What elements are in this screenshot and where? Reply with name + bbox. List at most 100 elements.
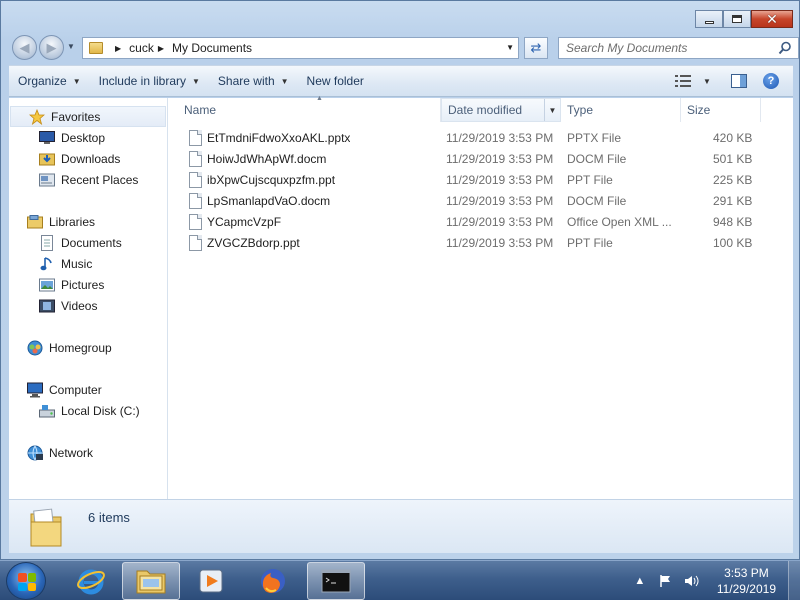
- videos-icon: [39, 298, 55, 314]
- sidebar-item-music[interactable]: Music: [39, 253, 92, 274]
- file-type: Office Open XML ...: [567, 215, 672, 229]
- file-size: 501 KB: [713, 152, 753, 166]
- downloads-folder-icon: [39, 151, 55, 167]
- address-bar[interactable]: ▶ cuck ▶ My Documents ▼: [82, 37, 519, 59]
- new-folder-button[interactable]: New folder: [298, 66, 373, 96]
- column-header-type[interactable]: Type: [561, 98, 681, 122]
- start-button[interactable]: [6, 562, 46, 600]
- file-name: ibXpwCujscquxpzfm.ppt: [207, 173, 336, 187]
- sidebar-item-local-disk[interactable]: Local Disk (C:): [39, 400, 140, 421]
- file-list: Name ▲ Date modified ▼ Type Size EtTmdni…: [168, 95, 793, 499]
- item-count: 6 items: [88, 510, 130, 525]
- recent-places-icon: [39, 172, 55, 188]
- pictures-icon: [39, 277, 55, 293]
- column-label: Name: [184, 103, 217, 117]
- breadcrumb-separator-icon[interactable]: ▶: [158, 44, 164, 53]
- address-dropdown-icon[interactable]: ▼: [506, 43, 514, 52]
- action-center-flag-icon[interactable]: [658, 573, 674, 589]
- recent-pages-dropdown[interactable]: ▼: [67, 42, 75, 51]
- search-box: [558, 37, 799, 59]
- column-filter-dropdown[interactable]: ▼: [544, 99, 560, 121]
- system-tray: ▲ 3:53 PM 11/29/2019: [627, 561, 800, 600]
- preview-pane-button[interactable]: [727, 71, 751, 91]
- command-prompt-icon: [321, 569, 351, 593]
- clock-time: 3:53 PM: [724, 566, 769, 580]
- file-size: 291 KB: [713, 194, 753, 208]
- sidebar-item-pictures[interactable]: Pictures: [39, 274, 104, 295]
- file-row[interactable]: HoiwJdWhApWf.docm 11/29/2019 3:53 PM DOC…: [168, 149, 793, 170]
- file-icon: [189, 151, 202, 167]
- file-size: 420 KB: [713, 131, 753, 145]
- sidebar-item-computer[interactable]: Computer: [27, 379, 102, 400]
- sidebar-item-label: Videos: [61, 298, 98, 313]
- column-header-name[interactable]: Name ▲: [178, 95, 441, 122]
- sidebar-item-label: Network: [49, 445, 94, 460]
- sidebar-item-favorites[interactable]: Favorites: [10, 106, 166, 127]
- close-icon: ✕: [766, 11, 778, 27]
- include-in-library-button[interactable]: Include in library ▼: [90, 66, 209, 96]
- back-button[interactable]: ◀: [12, 35, 37, 60]
- internet-explorer-icon: [77, 569, 105, 595]
- media-player-icon: [199, 569, 223, 593]
- sidebar-item-label: Music: [61, 256, 93, 271]
- file-row[interactable]: EtTmdniFdwoXxoAKL.pptx 11/29/2019 3:53 P…: [168, 128, 793, 149]
- file-size: 225 KB: [713, 173, 753, 187]
- taskbar-command-prompt[interactable]: [307, 562, 365, 600]
- sidebar-item-videos[interactable]: Videos: [39, 295, 97, 316]
- file-icon: [189, 130, 202, 146]
- sidebar-item-homegroup[interactable]: Homegroup: [27, 337, 112, 358]
- breadcrumb-cuck[interactable]: cuck: [129, 41, 154, 55]
- volume-icon[interactable]: [684, 573, 700, 589]
- details-view-icon: [675, 75, 691, 87]
- file-name: ZVGCZBdorp.ppt: [207, 236, 300, 250]
- file-name: HoiwJdWhApWf.docm: [207, 152, 327, 166]
- breadcrumb-separator-icon[interactable]: ▶: [115, 44, 121, 53]
- file-row[interactable]: YCapmcVzpF 11/29/2019 3:53 PM Office Ope…: [168, 212, 793, 233]
- change-view-button[interactable]: [671, 71, 695, 91]
- file-row[interactable]: ibXpwCujscquxpzfm.ppt 11/29/2019 3:53 PM…: [168, 170, 793, 191]
- sidebar-item-recent-places[interactable]: Recent Places: [39, 169, 138, 190]
- file-type: DOCM File: [567, 152, 627, 166]
- taskbar: ▲ 3:53 PM 11/29/2019: [0, 560, 800, 600]
- file-icon: [189, 235, 202, 251]
- share-with-button[interactable]: Share with ▼: [209, 66, 298, 96]
- show-desktop-button[interactable]: [788, 561, 800, 600]
- taskbar-internet-explorer[interactable]: [62, 562, 120, 600]
- file-row[interactable]: LpSmanlapdVaO.docm 11/29/2019 3:53 PM DO…: [168, 191, 793, 212]
- close-button[interactable]: ✕: [751, 10, 793, 28]
- file-date: 11/29/2019 3:53 PM: [446, 236, 554, 250]
- sidebar-item-downloads[interactable]: Downloads: [39, 148, 120, 169]
- sidebar-item-desktop[interactable]: Desktop: [39, 127, 105, 148]
- file-date: 11/29/2019 3:53 PM: [446, 173, 554, 187]
- sidebar-item-label: Local Disk (C:): [61, 403, 140, 418]
- sidebar-item-documents[interactable]: Documents: [39, 232, 122, 253]
- taskbar-windows-explorer[interactable]: [122, 562, 180, 600]
- taskbar-firefox[interactable]: [244, 562, 302, 600]
- organize-button[interactable]: Organize ▼: [9, 66, 90, 96]
- sidebar-item-network[interactable]: Network: [27, 442, 93, 463]
- column-header-size[interactable]: Size: [681, 98, 761, 122]
- search-icon[interactable]: [778, 41, 792, 55]
- minimize-button[interactable]: [695, 10, 723, 28]
- file-icon: [189, 214, 202, 230]
- network-icon: [27, 445, 43, 461]
- file-name: LpSmanlapdVaO.docm: [207, 194, 331, 208]
- column-header-date-modified[interactable]: Date modified ▼: [441, 98, 561, 122]
- help-icon[interactable]: ?: [763, 73, 779, 89]
- file-row[interactable]: ZVGCZBdorp.ppt 11/29/2019 3:53 PM PPT Fi…: [168, 233, 793, 254]
- maximize-button[interactable]: [723, 10, 751, 28]
- breadcrumb-my-documents[interactable]: My Documents: [172, 41, 252, 55]
- refresh-button[interactable]: ⇄: [524, 37, 548, 59]
- taskbar-media-player[interactable]: [182, 562, 240, 600]
- sidebar-item-label: Documents: [61, 235, 122, 250]
- taskbar-clock[interactable]: 3:53 PM 11/29/2019: [717, 565, 776, 597]
- sidebar-item-libraries[interactable]: Libraries: [27, 211, 95, 232]
- search-input[interactable]: [559, 38, 769, 58]
- details-pane: 6 items: [9, 499, 793, 553]
- view-options-dropdown[interactable]: ▼: [701, 71, 713, 91]
- show-hidden-icons-button[interactable]: ▲: [632, 573, 648, 589]
- folder-icon: [89, 42, 103, 54]
- preview-pane-icon: [731, 74, 747, 88]
- forward-button[interactable]: ▶: [39, 35, 64, 60]
- sidebar-item-label: Favorites: [51, 109, 101, 124]
